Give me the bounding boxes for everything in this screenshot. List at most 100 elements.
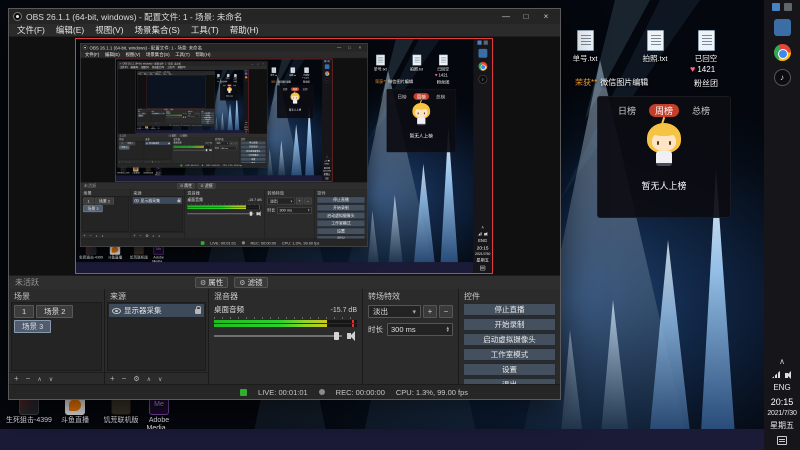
obs-titlebar[interactable]: OBS 26.1.1 (64-bit, windows) - 配置文件: 1 -… — [80, 43, 368, 52]
action-center-icon[interactable] — [245, 131, 247, 133]
menu-file[interactable]: 文件(F) — [85, 51, 99, 57]
clock-date[interactable]: 2021/7/30 — [767, 410, 797, 417]
minimize-button[interactable]: — — [334, 44, 344, 51]
stop-streaming-button[interactable]: 停止直播 — [316, 196, 366, 204]
scene-item[interactable]: 1 — [14, 305, 35, 318]
desktop-icon-danhao[interactable]: 单号.txt — [557, 30, 613, 64]
fans-club-label[interactable]: 粉丝团 — [303, 80, 309, 83]
action-center-icon[interactable] — [325, 177, 329, 180]
tab-total-rank[interactable]: 总榜 — [303, 87, 308, 91]
transition-select[interactable]: 淡出 — [368, 305, 421, 318]
settings-button[interactable]: 设置 — [316, 227, 366, 235]
filters-button[interactable]: 滤镜 — [234, 277, 268, 288]
scene-item[interactable]: 1 — [83, 197, 94, 205]
add-transition-button[interactable] — [229, 141, 234, 146]
remove-source-button[interactable] — [122, 375, 127, 383]
desktop-icon-paizhao[interactable]: 拍照.txt — [627, 30, 683, 64]
remove-scene-button[interactable] — [89, 234, 91, 238]
volume-tray-icon[interactable] — [327, 159, 330, 162]
clock-time[interactable]: 20:15 — [477, 245, 489, 250]
lock-icon[interactable] — [168, 142, 170, 145]
pinned-app-icon[interactable] — [773, 19, 791, 36]
studio-mode-button[interactable]: 工作室模式 — [316, 219, 366, 227]
visibility-eye-icon[interactable] — [145, 142, 149, 145]
mini-phone-icon[interactable] — [246, 70, 248, 72]
menu-edit[interactable]: 编辑(E) — [105, 51, 120, 57]
duration-input[interactable]: 300 ms — [277, 206, 312, 214]
desktop-icon-danhao[interactable]: 单号.txt — [266, 67, 281, 76]
tray-expand-icon[interactable] — [481, 225, 484, 230]
mini-phone-icon[interactable] — [784, 3, 792, 11]
remove-transition-button[interactable] — [439, 305, 453, 318]
start-recording-button[interactable]: 开始录制 — [240, 145, 266, 149]
desktop-icon-danhao[interactable]: 单号.txt — [366, 54, 395, 73]
move-source-down-button[interactable] — [158, 234, 160, 238]
duration-input[interactable]: 300 ms — [190, 115, 200, 118]
pinned-app-icon[interactable] — [324, 64, 330, 70]
scene-item[interactable]: 场景 2 — [125, 141, 136, 146]
fans-club-label[interactable]: 粉丝团 — [694, 78, 718, 89]
mini-phone-icon[interactable] — [327, 60, 330, 63]
start-recording-button[interactable]: 开始录制 — [316, 204, 366, 212]
source-item-display-capture[interactable]: 显示器采集 — [109, 304, 204, 317]
maximize-button[interactable]: □ — [516, 10, 536, 23]
volume-slider-handle[interactable] — [334, 332, 339, 340]
start-virtual-camera-button[interactable]: 启动虚拟摄像头 — [240, 149, 266, 153]
mini-display-icon[interactable] — [477, 40, 482, 45]
volume-slider[interactable] — [187, 211, 254, 216]
music-app-icon[interactable] — [478, 74, 488, 84]
visibility-eye-icon[interactable] — [112, 307, 121, 314]
visibility-eye-icon[interactable] — [151, 113, 154, 114]
move-source-up-button[interactable] — [152, 234, 154, 238]
volume-slider[interactable] — [214, 332, 342, 340]
chrome-icon[interactable] — [324, 71, 330, 76]
tab-daily-rank[interactable]: 日榜 — [618, 104, 636, 117]
speaker-icon[interactable] — [184, 116, 186, 118]
spinner-arrows-icon[interactable] — [308, 209, 309, 212]
volume-slider-handle[interactable] — [249, 211, 253, 216]
scene-item[interactable]: 场景 2 — [94, 197, 115, 205]
mini-display-icon[interactable] — [324, 60, 327, 63]
speaker-icon[interactable] — [347, 331, 355, 341]
music-app-icon[interactable] — [244, 79, 248, 82]
action-center-icon[interactable] — [777, 436, 787, 445]
minimize-button[interactable]: — — [496, 10, 516, 23]
tab-daily-rank[interactable]: 日榜 — [223, 84, 226, 86]
volume-slider-handle[interactable] — [205, 149, 208, 152]
tab-weekly-rank[interactable]: 周榜 — [413, 93, 430, 100]
move-source-up-button[interactable] — [147, 375, 151, 383]
obs-titlebar[interactable]: OBS 26.1.1 (64-bit, windows) - 配置文件: 1 -… — [9, 9, 560, 24]
preview-captured-display[interactable]: 单号.txt 拍照.txt 已回空 1421 荣获** 微信图片编辑 粉丝团 日… — [114, 58, 333, 182]
add-source-button[interactable] — [110, 375, 115, 383]
spinner-arrows-icon[interactable] — [236, 148, 237, 150]
settings-button[interactable]: 设置 — [463, 363, 556, 376]
menu-view[interactable]: 视图(V) — [126, 51, 141, 57]
fans-club-label[interactable]: 粉丝团 — [437, 80, 449, 86]
volume-slider[interactable] — [173, 149, 208, 152]
scene-item-selected[interactable]: 场景 3 — [138, 114, 144, 117]
close-button[interactable]: × — [536, 10, 556, 23]
filters-button[interactable]: 滤镜 — [197, 183, 216, 189]
studio-mode-button[interactable]: 工作室模式 — [463, 348, 556, 361]
tab-daily-rank[interactable]: 日榜 — [397, 93, 406, 100]
network-tray-icon[interactable] — [477, 231, 482, 236]
desktop-icon-yihuikong[interactable]: 已回空 — [678, 30, 734, 64]
add-transition-button[interactable] — [295, 197, 304, 205]
scene-item-selected[interactable]: 场景 3 — [83, 205, 103, 213]
volume-tray-icon[interactable] — [785, 371, 791, 379]
remove-transition-button[interactable] — [234, 141, 239, 146]
lock-icon[interactable] — [163, 112, 165, 114]
tab-total-rank[interactable]: 总榜 — [436, 93, 445, 100]
maximize-button[interactable]: □ — [344, 44, 354, 51]
preview-captured-display[interactable]: 单号.txt 拍照.txt 已回空 1421 荣获** 微信图片编辑 粉丝团 日… — [135, 69, 249, 134]
transition-select[interactable]: 淡出 — [267, 197, 295, 205]
tab-weekly-rank[interactable]: 周榜 — [648, 104, 679, 117]
scene-item[interactable]: 场景 2 — [36, 305, 74, 318]
studio-mode-button[interactable]: 工作室模式 — [240, 153, 266, 157]
start-virtual-camera-button[interactable]: 启动虚拟摄像头 — [316, 212, 366, 219]
clock-weekday[interactable]: 星期五 — [770, 420, 794, 431]
desktop-icon-yihuikong[interactable]: 已回空 — [429, 54, 458, 73]
tab-total-rank[interactable]: 总榜 — [692, 104, 710, 117]
speaker-icon[interactable] — [209, 148, 212, 152]
scene-item[interactable]: 1 — [119, 141, 125, 146]
